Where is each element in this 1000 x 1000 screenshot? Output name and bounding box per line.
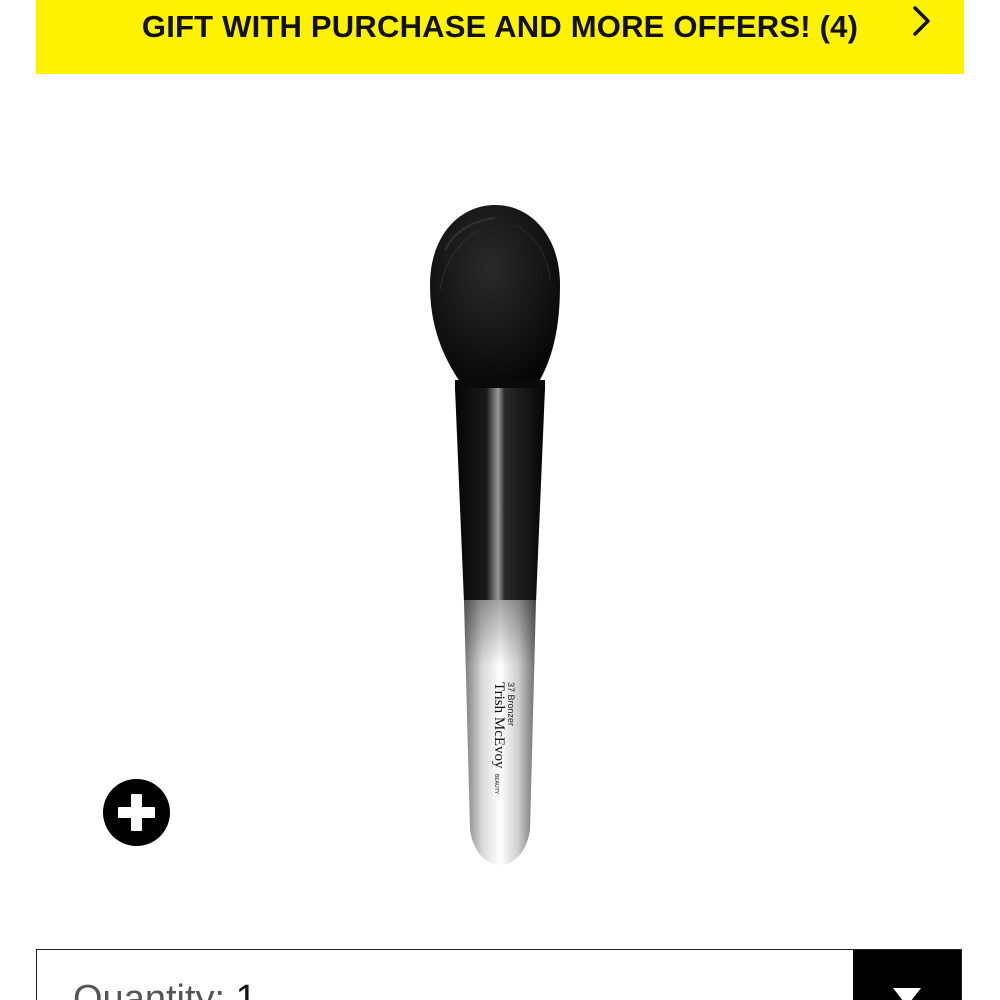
- brush-model-imprint: 37 Bronzer: [506, 682, 516, 726]
- quantity-display: Quantity: 1: [73, 978, 257, 1000]
- chevron-right-icon: [913, 6, 930, 36]
- brush-brand-suffix: BEAUTY: [493, 774, 499, 795]
- product-image: Trish McEvoy BEAUTY 37 Bronzer: [430, 205, 560, 865]
- promo-banner-label: GIFT WITH PURCHASE AND MORE OFFERS! (4): [141, 9, 859, 44]
- quantity-dropdown-toggle[interactable]: [853, 950, 961, 1000]
- zoom-button[interactable]: [103, 779, 170, 846]
- brush-brand-imprint: Trish McEvoy: [491, 682, 507, 769]
- product-page: GIFT WITH PURCHASE AND MORE OFFERS! (4): [0, 0, 1000, 1000]
- chevron-down-icon: [893, 988, 921, 1000]
- quantity-value: 1: [235, 978, 257, 1000]
- quantity-select[interactable]: Quantity: 1: [36, 949, 962, 1000]
- quantity-label: Quantity:: [73, 978, 236, 1000]
- promo-banner[interactable]: GIFT WITH PURCHASE AND MORE OFFERS! (4): [36, 0, 964, 74]
